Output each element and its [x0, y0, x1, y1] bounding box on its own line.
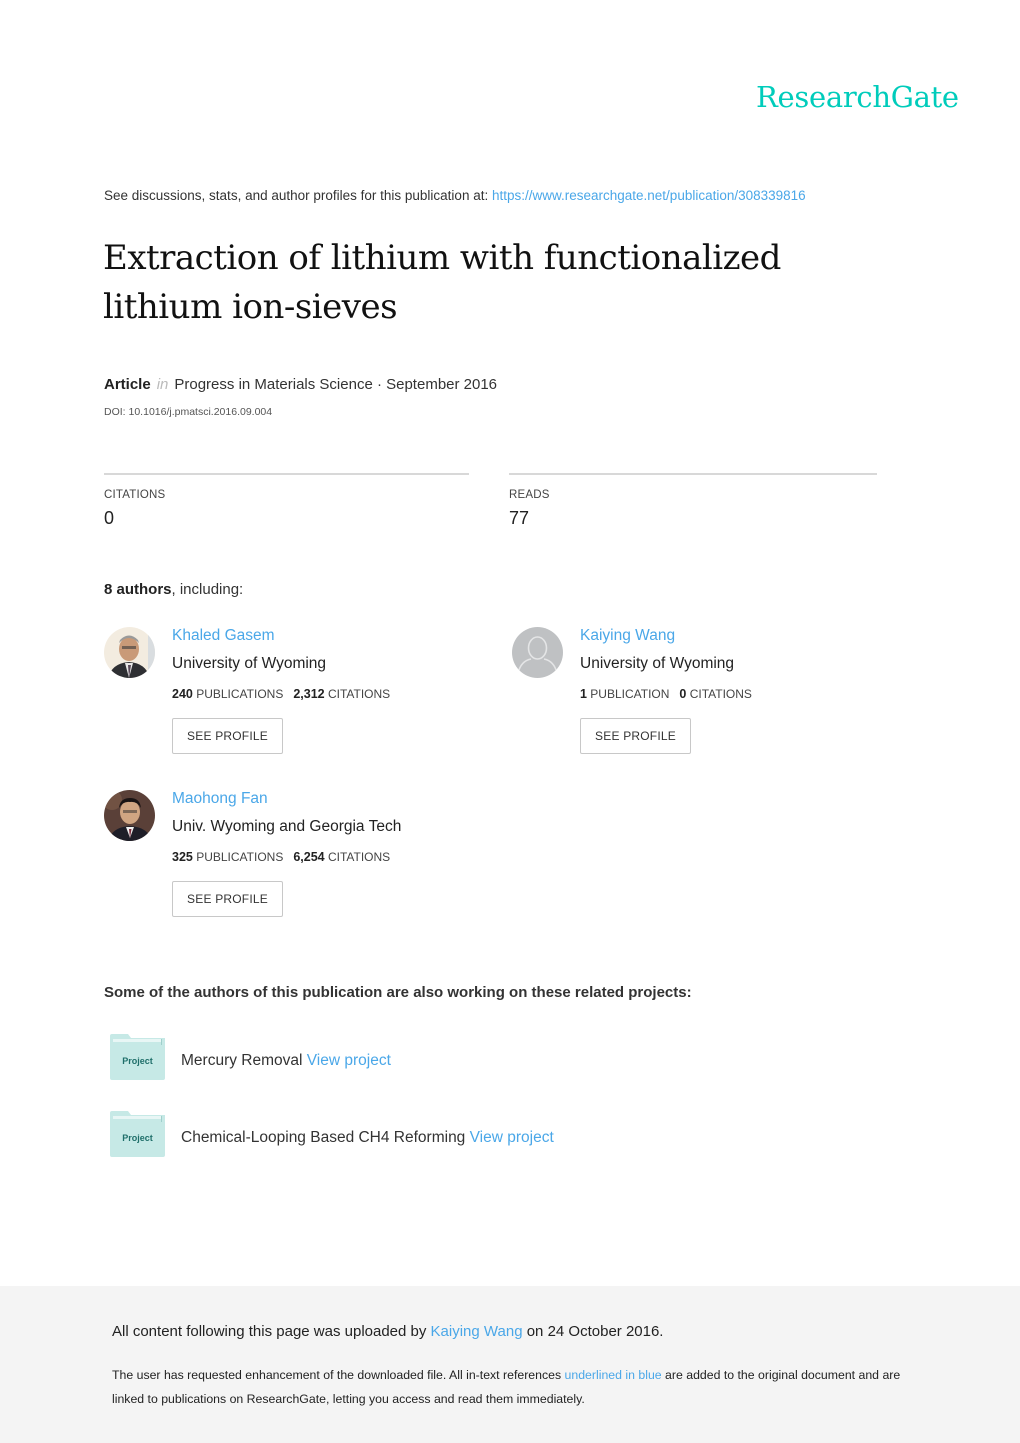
author-counts: 1 PUBLICATION 0 CITATIONS [580, 687, 752, 701]
author-citations-count: 0 [679, 687, 687, 701]
default-user-icon [512, 627, 563, 678]
author-citations-count: 2,312 [293, 687, 325, 701]
uploaded-suffix: on 24 October 2016. [522, 1323, 664, 1340]
see-discussions-text: See discussions, stats, and author profi… [104, 188, 492, 203]
author-card: Kaiying Wang University of Wyoming 1 PUB… [512, 627, 872, 767]
project-item: Project Mercury Removal View project [110, 1034, 710, 1080]
author-photo-icon [104, 627, 155, 678]
enhancement-note: The user has requested enhancement of th… [112, 1363, 912, 1411]
related-projects-heading: Some of the authors of this publication … [104, 984, 692, 1001]
author-photo-icon [104, 790, 155, 841]
researchgate-logo[interactable]: ResearchGate [756, 80, 959, 114]
publications-count: 1 [580, 687, 587, 701]
publication-doi: DOI: 10.1016/j.pmatsci.2016.09.004 [104, 406, 273, 418]
reads-label: READS [509, 489, 550, 501]
author-institution: University of Wyoming [580, 655, 735, 672]
citations-value: 0 [104, 508, 115, 528]
uploaded-line: All content following this page was uplo… [112, 1323, 663, 1340]
see-profile-button[interactable]: SEE PROFILE [172, 881, 283, 917]
publications-label: PUBLICATIONS [196, 850, 284, 864]
authors-count: 8 authors [104, 581, 172, 598]
publications-count: 240 [172, 687, 193, 701]
author-citations-label: CITATIONS [327, 850, 391, 864]
author-counts: 240 PUBLICATIONS 2,312 CITATIONS [172, 687, 390, 701]
author-citations-label: CITATIONS [689, 687, 752, 701]
authors-suffix: , including: [171, 581, 244, 598]
note-part1: The user has requested enhancement of th… [112, 1368, 565, 1382]
project-name: Mercury Removal [181, 1052, 307, 1069]
project-text: Chemical-Looping Based CH4 Reforming Vie… [181, 1129, 554, 1147]
uploaded-prefix: All content following this page was uplo… [112, 1323, 431, 1340]
citations-stat: CITATIONS 0 [104, 473, 469, 529]
reads-value: 77 [509, 508, 530, 528]
publication-title: Extraction of lithium with functionalize… [103, 238, 781, 327]
uploader-link[interactable]: Kaiying Wang [431, 1323, 523, 1340]
author-institution: University of Wyoming [172, 655, 327, 672]
author-avatar[interactable] [104, 790, 155, 841]
in-word: in [156, 376, 169, 393]
author-name[interactable]: Khaled Gasem [172, 627, 275, 645]
underlined-in-blue-link: underlined in blue [564, 1368, 662, 1382]
publications-count: 325 [172, 850, 193, 864]
publication-url-link[interactable]: https://www.researchgate.net/publication… [492, 188, 806, 203]
publications-label: PUBLICATIONS [196, 687, 284, 701]
see-discussions-line: See discussions, stats, and author profi… [104, 188, 806, 203]
author-avatar[interactable] [104, 627, 155, 678]
project-folder-label: Project [122, 1133, 153, 1143]
authors-heading: 8 authors, including: [104, 581, 243, 598]
author-card: Maohong Fan Univ. Wyoming and Georgia Te… [104, 790, 464, 930]
project-name: Chemical-Looping Based CH4 Reforming [181, 1129, 470, 1146]
citations-label: CITATIONS [104, 489, 166, 501]
author-card: Khaled Gasem University of Wyoming 240 P… [104, 627, 464, 767]
reads-stat: READS 77 [509, 473, 877, 529]
publication-meta: Article in Progress in Materials Science ·… [104, 376, 497, 393]
author-name[interactable]: Kaiying Wang [580, 627, 675, 645]
author-citations-label: CITATIONS [327, 687, 391, 701]
publications-label: PUBLICATION [590, 687, 670, 701]
journal-date: Progress in Materials Science · Septembe… [174, 376, 498, 393]
view-project-link[interactable]: View project [470, 1129, 554, 1146]
see-profile-button[interactable]: SEE PROFILE [172, 718, 283, 754]
author-counts: 325 PUBLICATIONS 6,254 CITATIONS [172, 850, 390, 864]
project-text: Mercury Removal View project [181, 1052, 391, 1070]
footer-panel: All content following this page was uplo… [0, 1286, 1020, 1443]
author-institution: Univ. Wyoming and Georgia Tech [172, 818, 402, 835]
publication-type: Article [104, 376, 151, 393]
project-item: Project Chemical-Looping Based CH4 Refor… [110, 1111, 710, 1157]
view-project-link[interactable]: View project [307, 1052, 391, 1069]
see-profile-button[interactable]: SEE PROFILE [580, 718, 691, 754]
project-folder-label: Project [122, 1056, 153, 1066]
author-citations-count: 6,254 [293, 850, 325, 864]
author-name[interactable]: Maohong Fan [172, 790, 268, 808]
author-avatar[interactable] [512, 627, 563, 678]
